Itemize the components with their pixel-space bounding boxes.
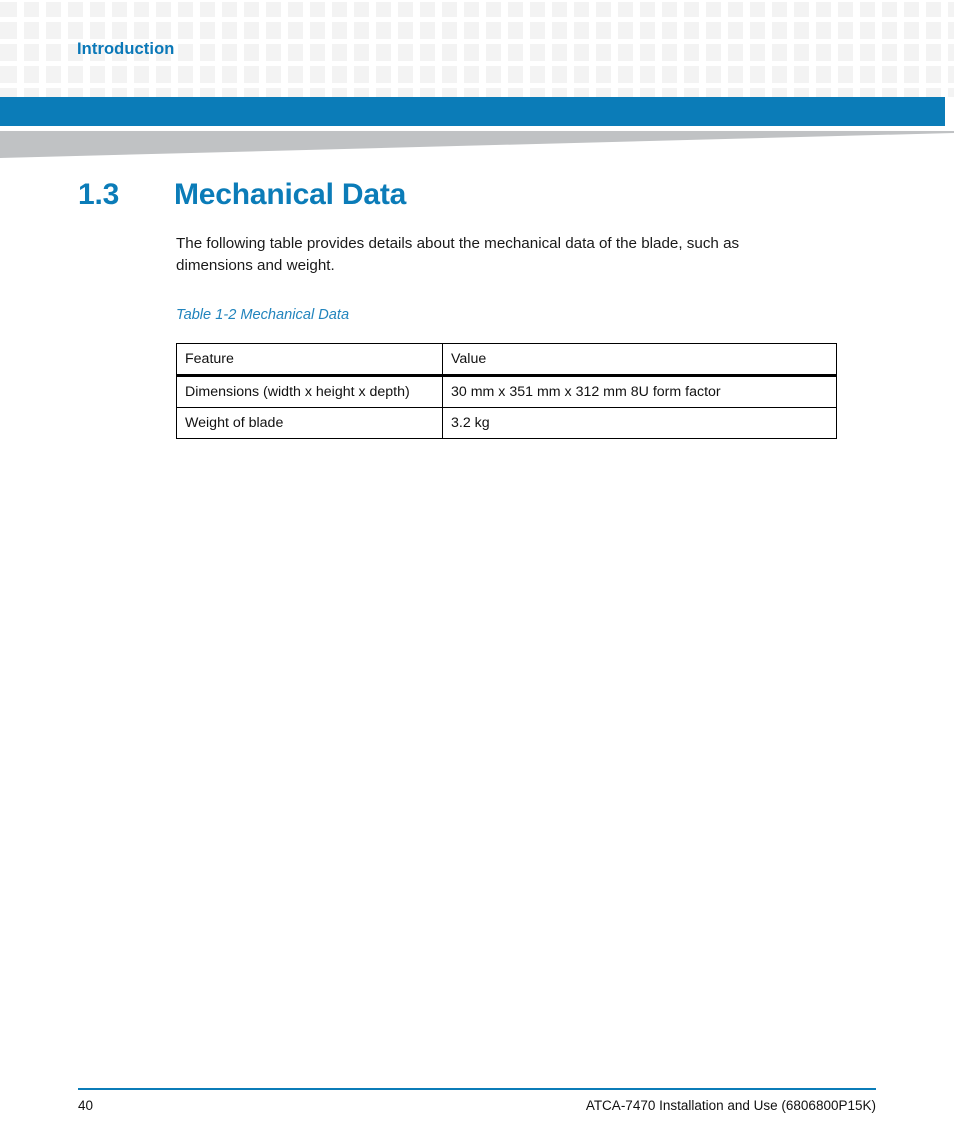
- section-number: 1.3: [78, 178, 120, 211]
- table-cell-feature: Weight of blade: [176, 407, 443, 439]
- table-cell-value: 30 mm x 351 mm x 312 mm 8U form factor: [442, 375, 837, 408]
- page-content: 1.3 Mechanical Data The following table p…: [0, 0, 954, 1145]
- table-header-row: Feature Value: [176, 343, 837, 377]
- table-cell-value: 3.2 kg: [442, 407, 837, 439]
- footer-document-title: ATCA-7470 Installation and Use (6806800P…: [585, 1098, 876, 1113]
- table-caption: Table 1-2 Mechanical Data: [176, 307, 350, 323]
- section-heading: 1.3 Mechanical Data: [78, 178, 406, 212]
- section-paragraph: The following table provides details abo…: [176, 235, 740, 274]
- mechanical-data-table: Feature Value Dimensions (width x height…: [176, 343, 837, 439]
- table-row: Dimensions (width x height x depth) 30 m…: [176, 375, 837, 408]
- table-cell-feature: Dimensions (width x height x depth): [176, 375, 443, 408]
- section-title: Mechanical Data: [174, 178, 407, 211]
- table-header-value: Value: [442, 343, 837, 377]
- footer-rule: [78, 1088, 876, 1090]
- table-header-feature: Feature: [176, 343, 443, 377]
- running-head: Introduction: [77, 40, 175, 58]
- table-row: Weight of blade 3.2 kg: [176, 407, 837, 439]
